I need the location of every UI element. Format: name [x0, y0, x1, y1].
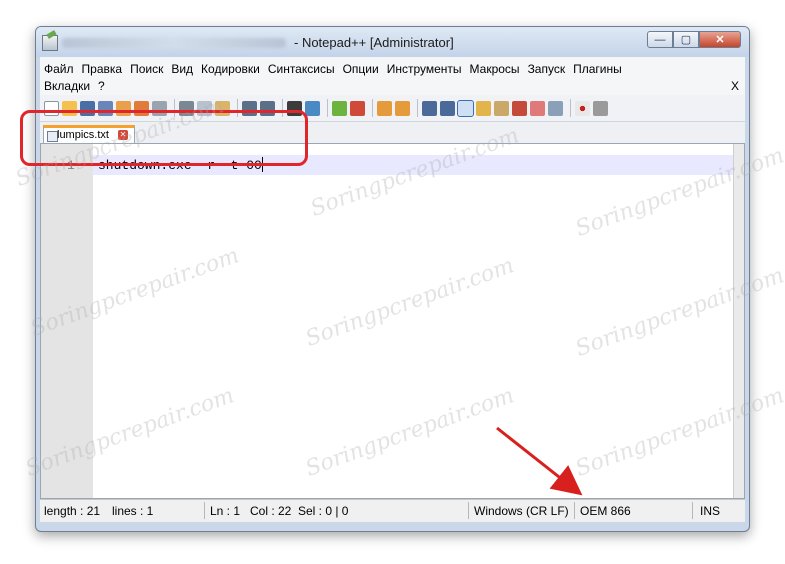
annotation-arrow	[496, 426, 583, 496]
